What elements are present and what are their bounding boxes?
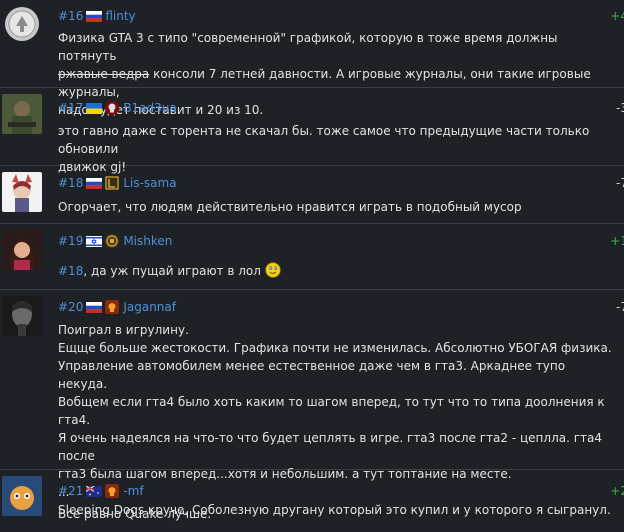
comment-line: Вобщем если гта4 было хоть каким то шаго… (58, 395, 605, 427)
comment-20: #20 Jagannaf -7 Поиграл в игрулину. Ещще… (0, 290, 624, 517)
username-link[interactable]: Mishken (123, 234, 172, 248)
hon-badge-icon (105, 234, 120, 248)
username-link[interactable]: Lis-sama (123, 176, 176, 190)
soldier-avatar-icon (2, 94, 42, 134)
comment-score: -7 (616, 176, 624, 190)
comment-score: -3 (616, 101, 624, 115)
comment-line: #18, да уж пущай играют в лол (58, 262, 616, 280)
fire-skull-badge-icon (105, 300, 120, 314)
israel-flag-icon (86, 235, 103, 247)
fire-skull-badge-icon (105, 484, 120, 498)
comment-body: Огорчает, что людям действительно нравит… (58, 198, 616, 216)
comment-header: #20 Jagannaf (58, 300, 176, 314)
username-link[interactable]: flinty (105, 9, 135, 23)
comment-body: #18, да уж пущай играют в лол (58, 262, 616, 280)
australia-flag-icon (86, 485, 103, 497)
comment-number[interactable]: #18 (58, 176, 83, 190)
comment-number[interactable]: #16 (58, 9, 83, 23)
russia-flag-icon (86, 301, 103, 313)
comment-line: Огорчает, что людям действительно нравит… (58, 200, 522, 214)
cartoon-avatar-icon (2, 476, 42, 516)
comment-line: Все равно Quake лучше. (58, 507, 212, 521)
comment-line: это гавно даже с торента не скачал бы. т… (58, 124, 590, 156)
smiley-icon (265, 262, 281, 278)
comment-line: Ещще больше жестокости. Графика почти не… (58, 341, 612, 355)
comment-number[interactable]: #17 (58, 101, 83, 115)
comment-line: Поиграл в игрулину. (58, 323, 189, 337)
comment-17: #17 B1ad3ua -3 это гавно даже с торента … (0, 88, 624, 174)
comment-body: Все равно Quake лучше. (58, 505, 616, 523)
comment-line: Физика GTA 3 с типо "современной" график… (58, 31, 558, 63)
comment-header: #19 Mishken (58, 234, 172, 248)
comment-score: +4 (610, 9, 624, 23)
comment-16: #16 flinty +4 Физика GTA 3 с типо "совре… (0, 0, 624, 117)
gold-rune-badge-icon (105, 176, 120, 190)
skull-badge-icon (105, 101, 120, 115)
coin-avatar-icon (2, 4, 42, 44)
comment-header: #18 Lis-sama (58, 176, 177, 190)
comment-number[interactable]: #19 (58, 234, 83, 248)
comment-line: Управление автомобилем менее естественно… (58, 359, 566, 391)
avatar[interactable] (2, 4, 42, 44)
comment-score: -7 (616, 300, 624, 314)
comment-number[interactable]: #21 (58, 484, 83, 498)
comment-19: #19 Mishken +1 #18, да уж пущай играют в… (0, 224, 624, 290)
ukraine-flag-icon (86, 102, 103, 114)
comment-line: Я очень надеялся на что-то что будет цеп… (58, 431, 603, 463)
comment-number[interactable]: #20 (58, 300, 83, 314)
russia-flag-icon (86, 177, 103, 189)
avatar[interactable] (2, 230, 42, 270)
avatar[interactable] (2, 94, 42, 134)
comment-header: #17 B1ad3ua (58, 101, 177, 115)
comment-18: #18 Lis-sama -7 Огорчает, что людям дейс… (0, 166, 624, 224)
dark-man-avatar-icon (2, 296, 42, 336)
fox-girl-avatar-icon (2, 172, 42, 212)
comment-header: #16 flinty (58, 9, 136, 23)
username-link[interactable]: Jagannaf (123, 300, 176, 314)
girl-avatar-icon (2, 230, 42, 270)
avatar[interactable] (2, 172, 42, 212)
username-link[interactable]: -mf (123, 484, 143, 498)
comment-header: #21 -mf (58, 484, 144, 498)
username-link[interactable]: B1ad3ua (123, 101, 176, 115)
avatar[interactable] (2, 476, 42, 516)
avatar[interactable] (2, 296, 42, 336)
comment-21: #21 -mf +2 Все равно Quake лучше. (0, 470, 624, 532)
comment-score: +2 (610, 484, 624, 498)
russia-flag-icon (86, 10, 103, 22)
comment-score: +1 (610, 234, 624, 248)
reply-link[interactable]: #18 (58, 264, 83, 278)
strikethrough-text: ржавые ведра (58, 67, 150, 81)
